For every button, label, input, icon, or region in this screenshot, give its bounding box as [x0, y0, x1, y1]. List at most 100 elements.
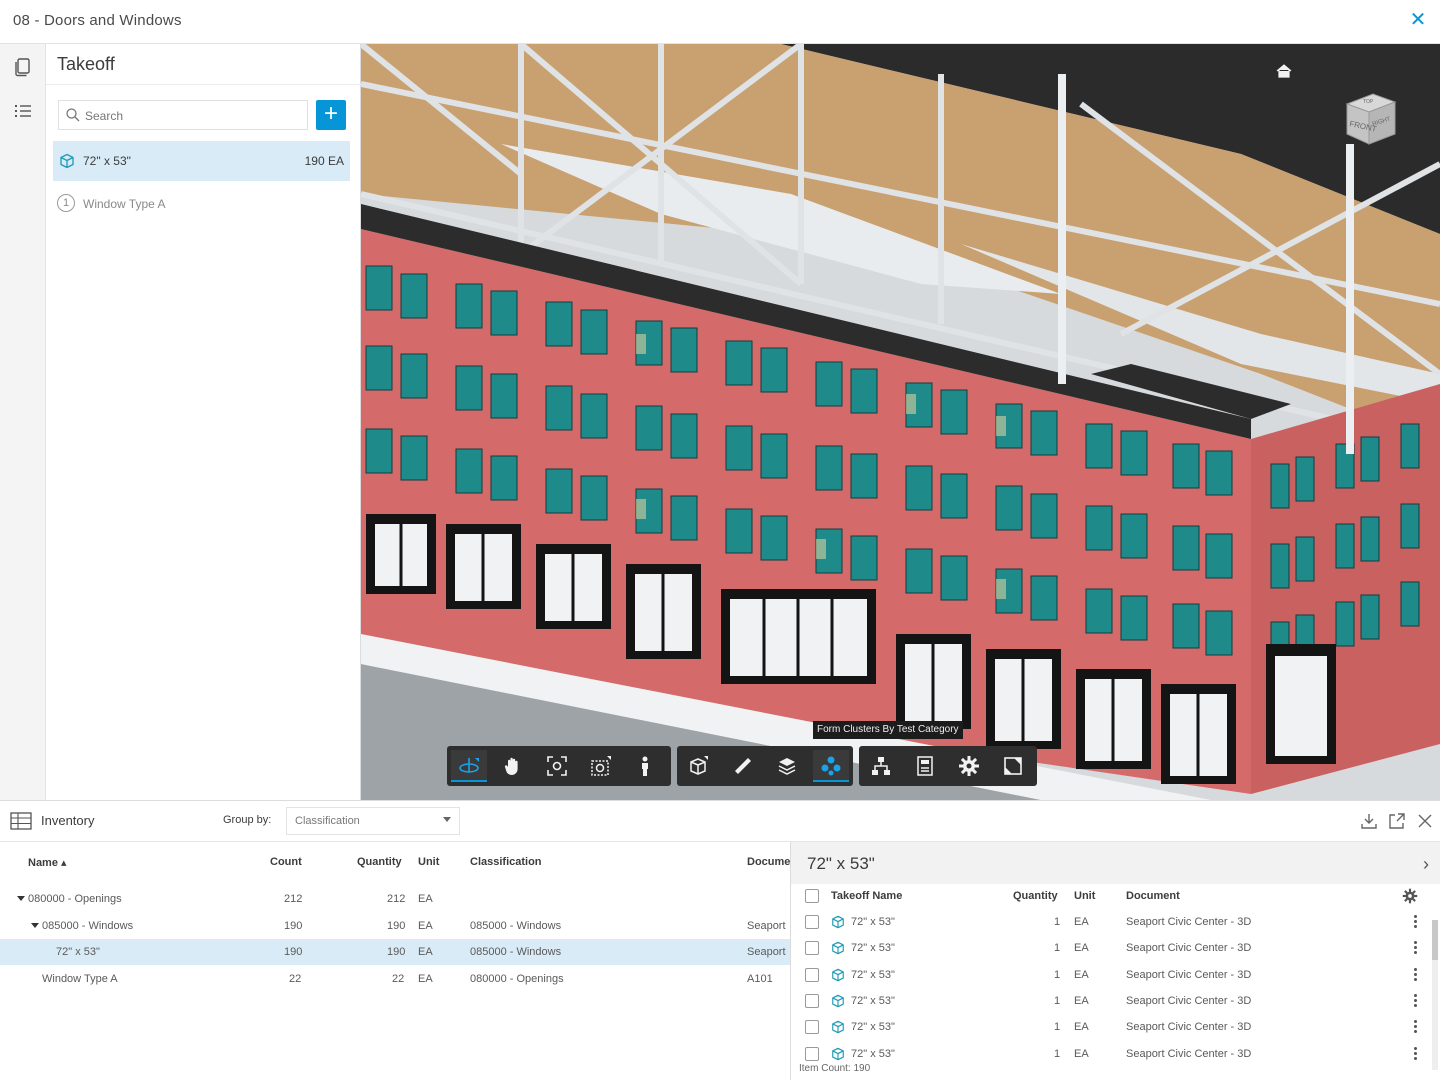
detail-row[interactable]: 72" x 53" 1 EA Seaport Civic Center - 3D — [791, 1014, 1431, 1040]
title-bar: 08 - Doors and Windows ✕ — [0, 0, 1440, 44]
row-name: Window Type A — [42, 973, 118, 985]
detail-row[interactable]: 72" x 53" 1 EA Seaport Civic Center - 3D — [791, 988, 1431, 1014]
gear-icon[interactable] — [1402, 888, 1418, 904]
expand-icon[interactable] — [31, 923, 39, 928]
select-all-checkbox[interactable] — [805, 889, 819, 903]
chevron-right-icon[interactable]: › — [1423, 854, 1429, 875]
orbit-button[interactable] — [451, 750, 487, 782]
expand-icon[interactable] — [17, 896, 25, 901]
model-viewer[interactable]: TOP FRONT RIGHT Form Clusters By Test Ca… — [361, 44, 1440, 800]
group-by-select[interactable]: Classification — [286, 807, 460, 835]
column-header-unit[interactable]: Unit — [418, 856, 439, 868]
more-options-icon[interactable] — [1413, 915, 1417, 929]
column-header-takeoff-name[interactable]: Takeoff Name — [831, 890, 902, 902]
table-row[interactable]: 72" x 53" 190 190 EA 085000 - Windows Se… — [0, 939, 790, 965]
layers-icon — [778, 758, 796, 775]
section-button[interactable] — [681, 750, 717, 782]
divider — [46, 84, 361, 85]
detail-panel: 72" x 53" › Takeoff Name Quantity Unit D… — [790, 842, 1440, 1080]
detail-row[interactable]: 72" x 53" 1 EA Seaport Civic Center - 3D — [791, 909, 1431, 935]
table-row[interactable]: 080000 - Openings 212 212 EA — [0, 886, 790, 912]
column-header-count[interactable]: Count — [270, 856, 302, 868]
row-count: 190 — [284, 946, 303, 958]
row-checkbox[interactable] — [805, 915, 819, 929]
scrollbar[interactable] — [1432, 920, 1438, 1070]
row-takeoff-name: 72" x 53" — [851, 1021, 895, 1034]
takeoff-item-quantity: 190 EA — [304, 154, 344, 168]
detail-row[interactable]: 72" x 53" 1 EA Seaport Civic Center - 3D — [791, 935, 1431, 961]
settings-toolbar — [859, 746, 1037, 786]
row-unit: EA — [1074, 916, 1089, 928]
structure-button[interactable] — [863, 750, 899, 782]
info-icon: 1 — [57, 194, 75, 212]
list-icon[interactable] — [10, 98, 36, 124]
zoom-button[interactable] — [539, 750, 575, 782]
fullscreen-button[interactable] — [995, 750, 1031, 782]
takeoff-item[interactable]: 72" x 53" 190 EA — [53, 141, 350, 181]
sheets-icon[interactable] — [10, 54, 36, 80]
viewcube-icon[interactable]: TOP FRONT RIGHT — [1333, 86, 1405, 158]
search-input[interactable] — [85, 107, 300, 125]
export-button[interactable] — [1360, 812, 1378, 830]
column-header-quantity[interactable]: Quantity — [1013, 890, 1058, 902]
row-checkbox[interactable] — [805, 967, 819, 982]
column-header-unit[interactable]: Unit — [1074, 890, 1095, 902]
column-header-name[interactable]: Name ▴ — [28, 856, 67, 869]
row-classification: 085000 - Windows — [470, 920, 562, 932]
column-header-document[interactable]: Docume — [747, 856, 790, 868]
inventory-table: Name ▴ Count Quantity Unit Classificatio… — [0, 842, 790, 1080]
zoom-extents-icon — [547, 756, 567, 776]
fullscreen-icon — [1004, 757, 1022, 775]
cube-icon — [60, 153, 74, 169]
close-panel-button[interactable] — [1416, 812, 1434, 830]
close-window-icon[interactable]: ✕ — [1408, 10, 1428, 30]
more-options-icon[interactable] — [1413, 993, 1417, 1008]
column-header-document[interactable]: Document — [1126, 890, 1180, 902]
detail-row[interactable]: 72" x 53" 1 EA Seaport Civic Center - 3D — [791, 962, 1431, 988]
row-count: 212 — [284, 893, 303, 905]
more-options-icon[interactable] — [1413, 941, 1417, 955]
popout-button[interactable] — [1388, 812, 1406, 830]
row-unit: EA — [1074, 968, 1089, 981]
model-browser-button[interactable] — [769, 750, 805, 782]
row-unit: EA — [418, 973, 433, 985]
table-row[interactable]: Window Type A 22 22 EA 080000 - Openings… — [0, 966, 790, 992]
row-document: Seaport Civic Center - 3D — [1126, 916, 1252, 928]
home-icon[interactable] — [1275, 62, 1293, 80]
row-checkbox[interactable] — [805, 1046, 819, 1061]
fit-to-view-button[interactable] — [583, 750, 619, 782]
row-takeoff-name: 72" x 53" — [851, 942, 895, 955]
row-classification: 080000 - Openings — [470, 973, 564, 985]
column-header-classification[interactable]: Classification — [470, 856, 542, 868]
row-takeoff-name: 72" x 53" — [851, 1047, 895, 1060]
table-row[interactable]: 085000 - Windows 190 190 EA 085000 - Win… — [0, 913, 790, 939]
first-person-button[interactable] — [627, 750, 663, 782]
properties-button[interactable] — [907, 750, 943, 782]
measure-button[interactable] — [725, 750, 761, 782]
viewcube-top-label: TOP — [1363, 99, 1374, 105]
cube-icon — [832, 942, 844, 955]
row-checkbox[interactable] — [805, 941, 819, 956]
more-options-icon[interactable] — [1413, 1046, 1417, 1061]
row-classification: 085000 - Windows — [470, 946, 562, 958]
pan-button[interactable] — [495, 750, 531, 782]
row-checkbox[interactable] — [805, 993, 819, 1008]
column-header-quantity[interactable]: Quantity — [357, 856, 402, 868]
row-document: Seaport Civic Center - 3D — [1126, 1021, 1252, 1034]
cube-icon — [832, 915, 844, 929]
settings-button[interactable] — [951, 750, 987, 782]
group-by-label: Group by: — [223, 814, 272, 826]
takeoff-item[interactable]: 1 Window Type A — [53, 191, 350, 215]
add-takeoff-button[interactable]: + — [316, 100, 346, 130]
detail-row[interactable]: 72" x 53" 1 EA Seaport Civic Center - 3D — [791, 1041, 1431, 1067]
ruler-icon — [735, 758, 751, 774]
more-options-icon[interactable] — [1413, 1020, 1417, 1034]
left-rail — [0, 44, 46, 800]
form-clusters-button[interactable] — [813, 750, 849, 782]
group-by-value: Classification — [295, 815, 360, 827]
row-name: 085000 - Windows — [42, 920, 134, 932]
row-quantity: 1 — [1054, 994, 1061, 1007]
row-checkbox[interactable] — [805, 1020, 819, 1035]
more-options-icon[interactable] — [1413, 967, 1417, 982]
takeoff-panel: Takeoff + 72" x 53" 190 EA 1 Window Type… — [46, 44, 361, 800]
